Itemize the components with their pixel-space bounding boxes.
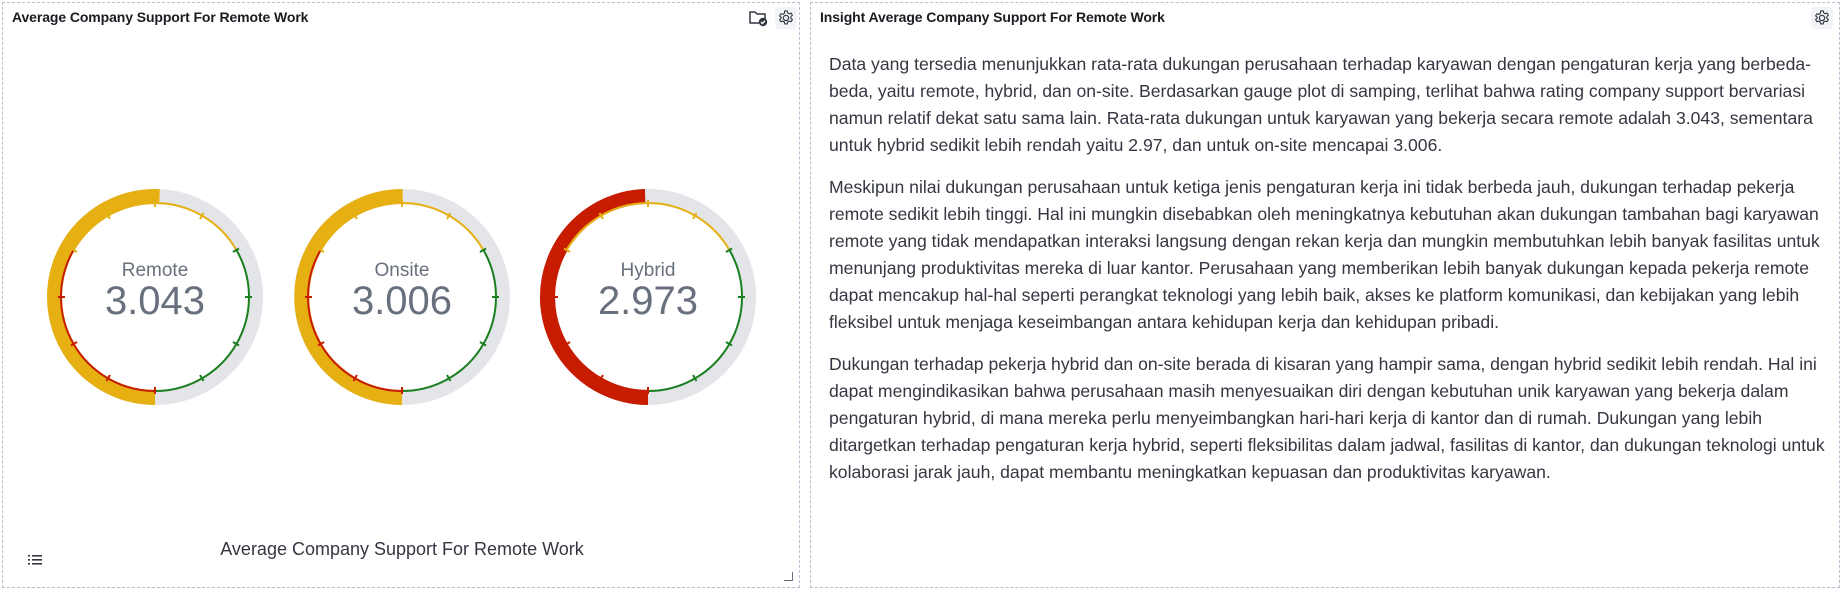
resize-handle[interactable] <box>784 572 793 581</box>
gauge-chart: Remote3.043Onsite3.006Hybrid2.973 <box>47 188 756 405</box>
gauge-chart-panel: Average Company Support For Remote Work … <box>2 2 800 588</box>
insight-text: Data yang tersedia menunjukkan rata-rata… <box>829 51 1831 501</box>
gauge-remote: Remote3.043 <box>47 189 263 405</box>
gauge-value: 3.043 <box>105 279 205 323</box>
gear-icon[interactable] <box>1811 7 1833 29</box>
insight-panel: Insight Average Company Support For Remo… <box>810 2 1840 588</box>
gauge-label: Onsite <box>375 260 430 281</box>
gauge-label: Hybrid <box>621 260 676 281</box>
insight-paragraph: Data yang tersedia menunjukkan rata-rata… <box>829 54 1813 155</box>
insight-paragraph: Dukungan terhadap pekerja hybrid dan on-… <box>829 354 1825 482</box>
gauge-label: Remote <box>122 260 189 281</box>
insight-paragraph: Meskipun nilai dukungan perusahaan untuk… <box>829 177 1820 332</box>
chart-caption: Average Company Support For Remote Work <box>220 539 584 559</box>
gauge-onsite: Onsite3.006 <box>294 188 510 405</box>
panel-title: Insight Average Company Support For Remo… <box>820 9 1165 25</box>
legend-list-icon[interactable] <box>27 553 45 569</box>
gauge-value: 2.973 <box>598 279 698 323</box>
gauge-value: 3.006 <box>352 279 452 323</box>
gauge-hybrid: Hybrid2.973 <box>540 189 756 405</box>
